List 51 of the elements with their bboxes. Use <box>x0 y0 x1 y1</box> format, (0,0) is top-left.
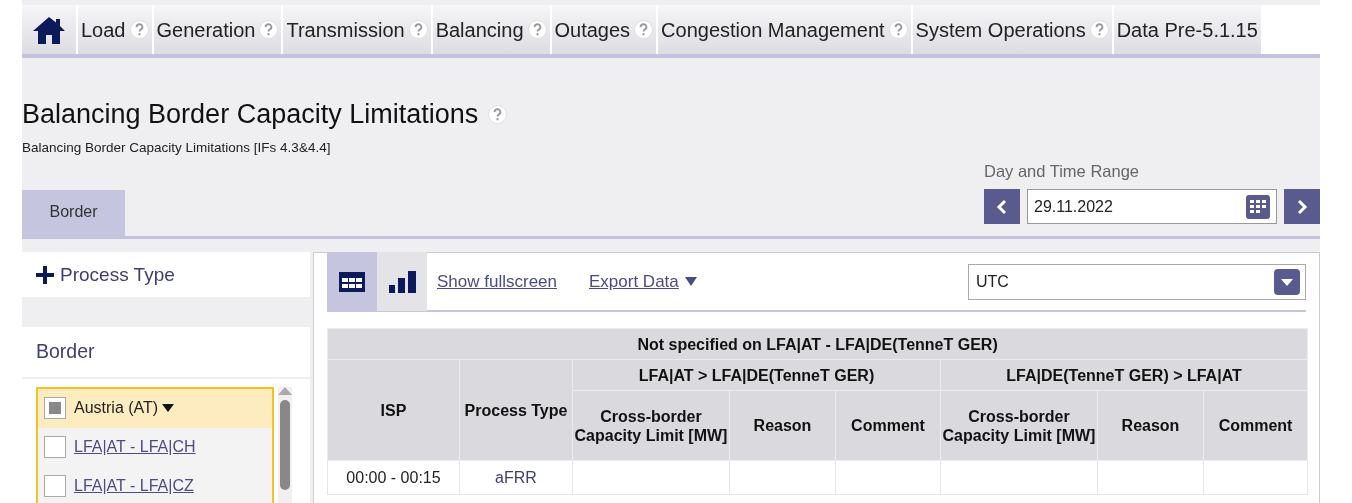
column-header: Cross-border Capacity Limit [MW] <box>940 390 1098 461</box>
column-header: Cross-border Capacity Limit [MW] <box>572 390 730 461</box>
next-button[interactable] <box>1284 189 1320 225</box>
column-header: Comment <box>835 390 941 461</box>
column-header: ISP <box>327 359 460 461</box>
table-title: Not specified on LFA|AT - LFA|DE(TenneT GER) <box>327 328 1308 360</box>
timezone-select[interactable]: UTC <box>968 263 1306 300</box>
column-header: Process Type <box>459 359 573 461</box>
filter-header[interactable]: Process Type <box>22 252 310 298</box>
help-icon[interactable] <box>527 20 547 39</box>
help-icon[interactable] <box>1089 20 1109 39</box>
column-header: Reason <box>729 390 836 461</box>
checkbox[interactable] <box>44 475 66 498</box>
bar-chart-icon <box>388 270 416 293</box>
caret-down-icon[interactable] <box>162 404 175 413</box>
help-icon[interactable] <box>129 20 149 39</box>
toolbar-link[interactable]: Export Data <box>589 269 679 295</box>
scrollbar[interactable] <box>278 386 292 503</box>
scroll-up-icon[interactable] <box>278 386 292 395</box>
panel-title: Border <box>22 327 310 379</box>
date-field[interactable]: 29.11.2022 <box>1027 189 1277 225</box>
column-group-header: LFA|DE(TenneT GER) > LFA|AT <box>940 359 1308 391</box>
tab[interactable]: Border <box>22 190 125 237</box>
previous-button[interactable] <box>984 189 1020 225</box>
table-cell: 00:00 - 00:15 <box>327 460 460 495</box>
table-cell: aFRR <box>459 460 573 495</box>
column-header: Comment <box>1203 390 1308 461</box>
help-icon[interactable] <box>888 20 908 39</box>
page-title: Balancing Border Capacity Limitations <box>22 98 479 131</box>
page-subtitle: Balancing Border Capacity Limitations [IFs 4.3&4.4] <box>22 139 332 158</box>
column-group-header: LFA|AT > LFA|DE(TenneT GER) <box>572 359 941 391</box>
checkbox[interactable] <box>44 436 66 459</box>
caret-down-icon <box>1274 268 1300 295</box>
toolbar-link[interactable]: Show fullscreen <box>437 269 557 295</box>
help-icon[interactable] <box>634 20 654 39</box>
chart-view-button[interactable] <box>377 252 427 312</box>
chevron-right-icon <box>1296 198 1308 215</box>
field-label: Day and Time Range <box>984 160 1140 182</box>
checkbox[interactable] <box>44 397 66 420</box>
caret-down-icon[interactable] <box>684 277 697 287</box>
border-link[interactable]: LFA|AT - LFA|CZ <box>74 474 194 499</box>
calendar-icon[interactable] <box>1246 194 1270 219</box>
table-view-button[interactable] <box>327 252 377 312</box>
table-icon <box>339 271 365 292</box>
home-icon[interactable] <box>32 14 66 45</box>
help-icon[interactable] <box>408 20 428 39</box>
help-icon[interactable] <box>488 104 508 124</box>
help-icon[interactable] <box>259 20 279 39</box>
column-header: Reason <box>1097 390 1204 461</box>
chevron-left-icon <box>996 198 1008 215</box>
border-link[interactable]: LFA|AT - LFA|CH <box>74 435 196 460</box>
